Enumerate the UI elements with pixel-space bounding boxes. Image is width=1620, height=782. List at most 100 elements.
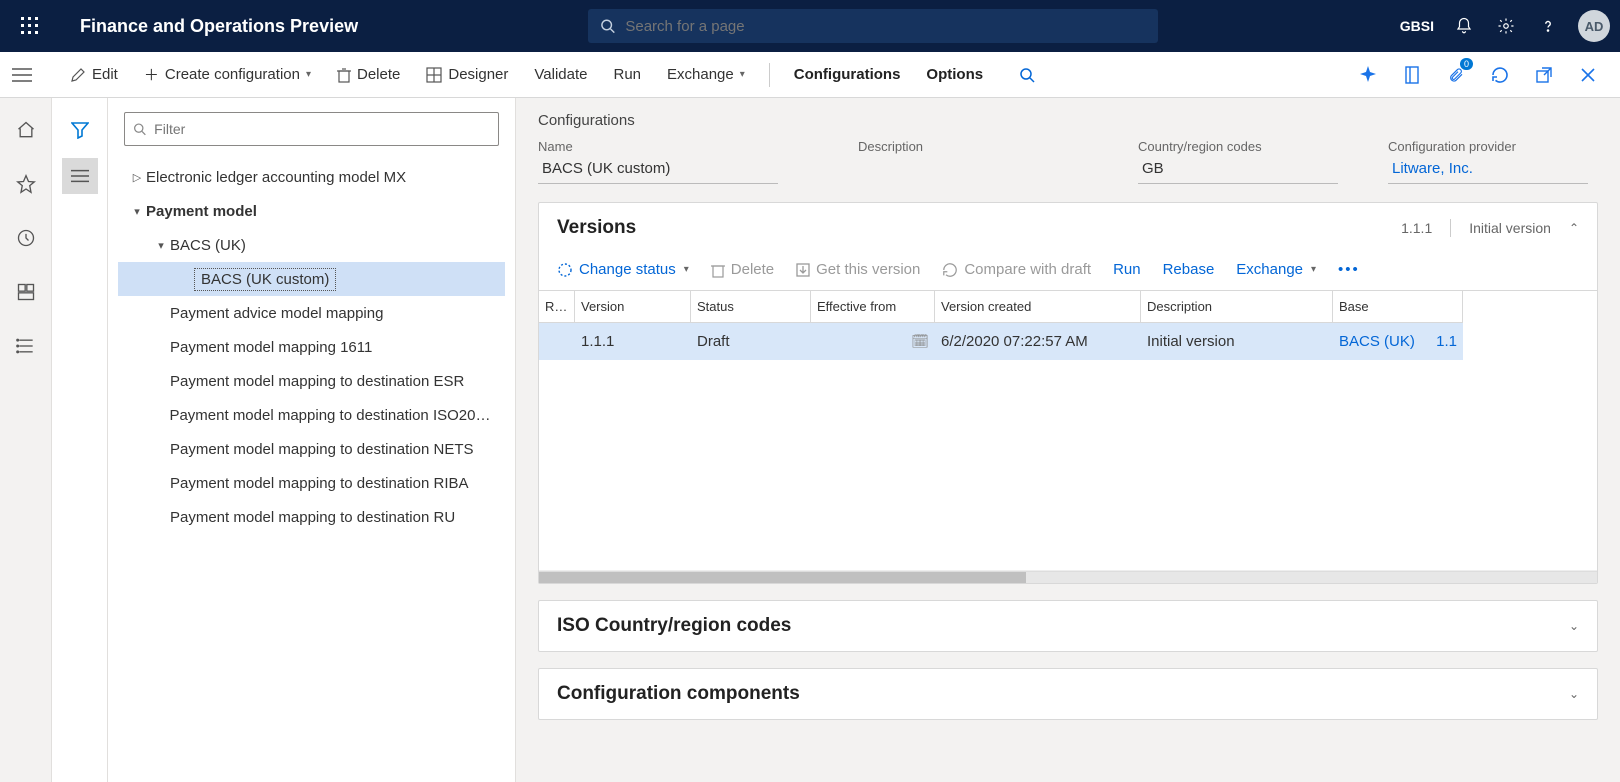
iso-title: ISO Country/region codes (557, 615, 791, 637)
tree-item[interactable]: Payment model mapping to destination NET… (118, 432, 505, 466)
description-value[interactable] (858, 158, 1058, 167)
list-view-icon[interactable] (62, 158, 98, 194)
components-section: Configuration components ⌄ (538, 668, 1598, 720)
designer-button[interactable]: Designer (416, 60, 518, 89)
filter-icon[interactable] (62, 112, 98, 148)
doc-icon[interactable] (1398, 61, 1426, 89)
tree-item-label: Payment model (146, 203, 257, 220)
modules-icon[interactable] (8, 328, 44, 364)
status-icon (557, 262, 573, 278)
name-value[interactable]: BACS (UK custom) (538, 158, 778, 184)
cell[interactable]: 1.1.1 (575, 323, 691, 360)
tree-item[interactable]: ▷Electronic ledger accounting model MX (118, 160, 505, 194)
cell[interactable]: 6/2/2020 07:22:57 AM (935, 323, 1141, 360)
tree-item-label: Payment model mapping to destination NET… (170, 441, 474, 458)
cell[interactable]: BACS (UK)1.1 (1333, 323, 1463, 360)
col-runon[interactable]: R… (539, 291, 575, 323)
versions-summary-desc: Initial version (1469, 220, 1551, 236)
base-link[interactable]: BACS (UK) (1339, 333, 1415, 350)
tree-item[interactable]: Payment model mapping to destination ISO… (118, 398, 505, 432)
run-button[interactable]: Run (603, 60, 651, 89)
tree-caret-icon[interactable]: ▾ (128, 205, 146, 218)
iso-section: ISO Country/region codes ⌄ (538, 600, 1598, 652)
col-base[interactable]: Base (1333, 291, 1463, 323)
components-header[interactable]: Configuration components ⌄ (539, 669, 1597, 719)
separator (769, 63, 770, 87)
tree-item[interactable]: BACS (UK custom) (118, 262, 505, 296)
col-version[interactable]: Version (575, 291, 691, 323)
version-run-button[interactable]: Run (1113, 261, 1141, 278)
popout-icon[interactable] (1530, 61, 1558, 89)
tree-item[interactable]: ▾BACS (UK) (118, 228, 505, 262)
components-title: Configuration components (557, 683, 800, 705)
table-row[interactable]: 1.1.1Draft 🗓 6/2/2020 07:22:57 AMInitial v… (539, 323, 1597, 360)
edit-button[interactable]: Edit (60, 60, 128, 89)
pencil-icon (70, 67, 86, 83)
refresh-icon[interactable] (1486, 61, 1514, 89)
iso-header[interactable]: ISO Country/region codes ⌄ (539, 601, 1597, 651)
search-input[interactable] (625, 18, 1146, 35)
search-action[interactable] (1009, 61, 1045, 89)
tree-item[interactable]: ▾Payment model (118, 194, 505, 228)
close-icon[interactable] (1574, 61, 1602, 89)
avatar[interactable]: AD (1578, 10, 1610, 42)
tree-item[interactable]: Payment model mapping to destination RIB… (118, 466, 505, 500)
version-delete-label: Delete (731, 261, 774, 278)
options-tab[interactable]: Options (916, 60, 993, 89)
provider-value[interactable]: Litware, Inc. (1388, 158, 1588, 184)
copilot-icon[interactable] (1354, 61, 1382, 89)
col-created[interactable]: Version created (935, 291, 1141, 323)
chevron-down-icon: ▾ (684, 264, 689, 275)
company-code[interactable]: GBSI (1400, 18, 1434, 34)
cell[interactable]: 🗓 (811, 323, 935, 360)
grid-body: 1.1.1Draft 🗓 6/2/2020 07:22:57 AMInitial v… (539, 323, 1597, 360)
more-button[interactable]: ••• (1338, 261, 1360, 278)
tree-item-label: Payment model mapping to destination ESR (170, 373, 464, 390)
validate-button[interactable]: Validate (524, 60, 597, 89)
nav-toggle[interactable] (12, 68, 32, 82)
tree-item[interactable]: Payment advice model mapping (118, 296, 505, 330)
tree-caret-icon[interactable]: ▾ (152, 239, 170, 252)
delete-button[interactable]: Delete (327, 60, 410, 89)
run-label: Run (613, 66, 641, 83)
cell[interactable]: Draft (691, 323, 811, 360)
chevron-down-icon: ⌄ (1569, 619, 1579, 633)
separator (1450, 219, 1451, 237)
tree-filter[interactable] (124, 112, 499, 146)
configurations-tab[interactable]: Configurations (784, 60, 911, 89)
exchange-button[interactable]: Exchange ▾ (657, 60, 755, 89)
rebase-button[interactable]: Rebase (1163, 261, 1215, 278)
gear-icon[interactable] (1494, 14, 1518, 38)
col-effective[interactable]: Effective from (811, 291, 935, 323)
help-icon[interactable] (1536, 14, 1560, 38)
calendar-icon[interactable]: 🗓 (911, 333, 929, 350)
cell[interactable]: Initial version (1141, 323, 1333, 360)
tree-caret-icon[interactable]: ▷ (128, 171, 146, 184)
tree-item-label: BACS (UK custom) (194, 268, 336, 291)
country-value[interactable]: GB (1138, 158, 1338, 184)
cell[interactable] (539, 323, 575, 360)
global-search[interactable] (588, 9, 1158, 43)
create-configuration-button[interactable]: ＋ Create configuration ▾ (134, 58, 321, 91)
tree-item[interactable]: Payment model mapping 1611 (118, 330, 505, 364)
tree-item-label: Payment model mapping to destination ISO… (169, 407, 497, 424)
chevron-down-icon: ▾ (740, 69, 745, 80)
app-launcher[interactable] (10, 6, 50, 46)
recent-icon[interactable] (8, 220, 44, 256)
change-status-button[interactable]: Change status ▾ (557, 261, 689, 278)
version-exchange-label: Exchange (1236, 261, 1303, 278)
versions-header[interactable]: Versions 1.1.1 Initial version ⌃ (539, 203, 1597, 253)
attachments-icon[interactable]: 0 (1442, 61, 1470, 89)
bell-icon[interactable] (1452, 14, 1476, 38)
star-icon[interactable] (8, 166, 44, 202)
horizontal-scrollbar[interactable] (539, 571, 1597, 583)
version-exchange-button[interactable]: Exchange ▾ (1236, 261, 1316, 278)
tree-item[interactable]: Payment model mapping to destination ESR (118, 364, 505, 398)
col-description[interactable]: Description (1141, 291, 1333, 323)
tree-filter-input[interactable] (154, 121, 490, 137)
col-status[interactable]: Status (691, 291, 811, 323)
home-icon[interactable] (8, 112, 44, 148)
workspace-icon[interactable] (8, 274, 44, 310)
tree-panel: ▷Electronic ledger accounting model MX▾P… (108, 98, 516, 782)
tree-item[interactable]: Payment model mapping to destination RU (118, 500, 505, 534)
